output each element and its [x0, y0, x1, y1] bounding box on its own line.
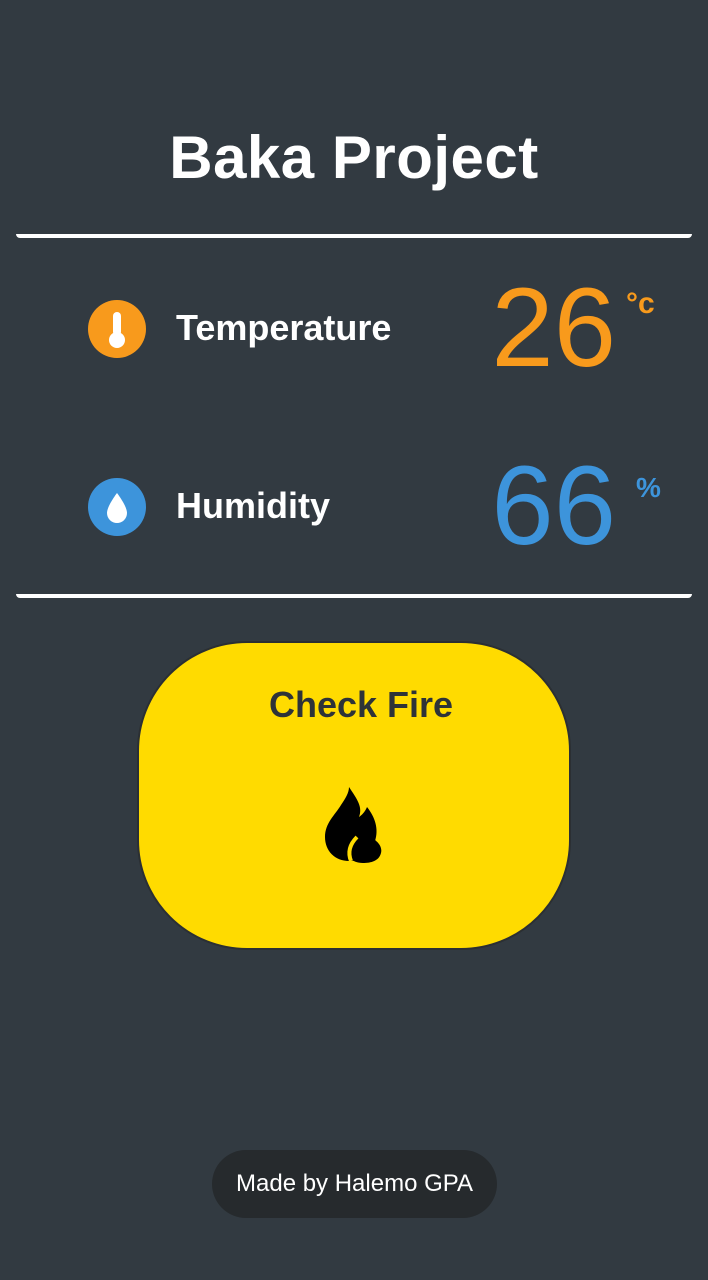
app-screen: Baka Project Temperature 26 °c Humidity …: [0, 0, 708, 1280]
flame-icon: [319, 783, 387, 867]
bottom-divider: [16, 594, 692, 598]
temperature-label: Temperature: [176, 307, 392, 348]
footer-credit: Made by Halemo GPA: [212, 1150, 497, 1218]
humidity-row: Humidity 66 %: [0, 446, 708, 566]
check-fire-label: Check Fire: [268, 684, 454, 725]
thermometer-icon: [88, 300, 146, 358]
temperature-unit: °c: [626, 287, 655, 320]
page-title: Baka Project: [169, 124, 539, 191]
humidity-label: Humidity: [176, 485, 331, 526]
temperature-value: 26: [491, 265, 616, 390]
humidity-unit: %: [636, 472, 661, 503]
water-drop-icon: [88, 478, 146, 536]
humidity-value: 66: [491, 443, 616, 568]
check-fire-button[interactable]: Check Fire: [137, 641, 571, 950]
top-divider: [16, 234, 692, 238]
temperature-row: Temperature 26 °c: [0, 268, 708, 388]
